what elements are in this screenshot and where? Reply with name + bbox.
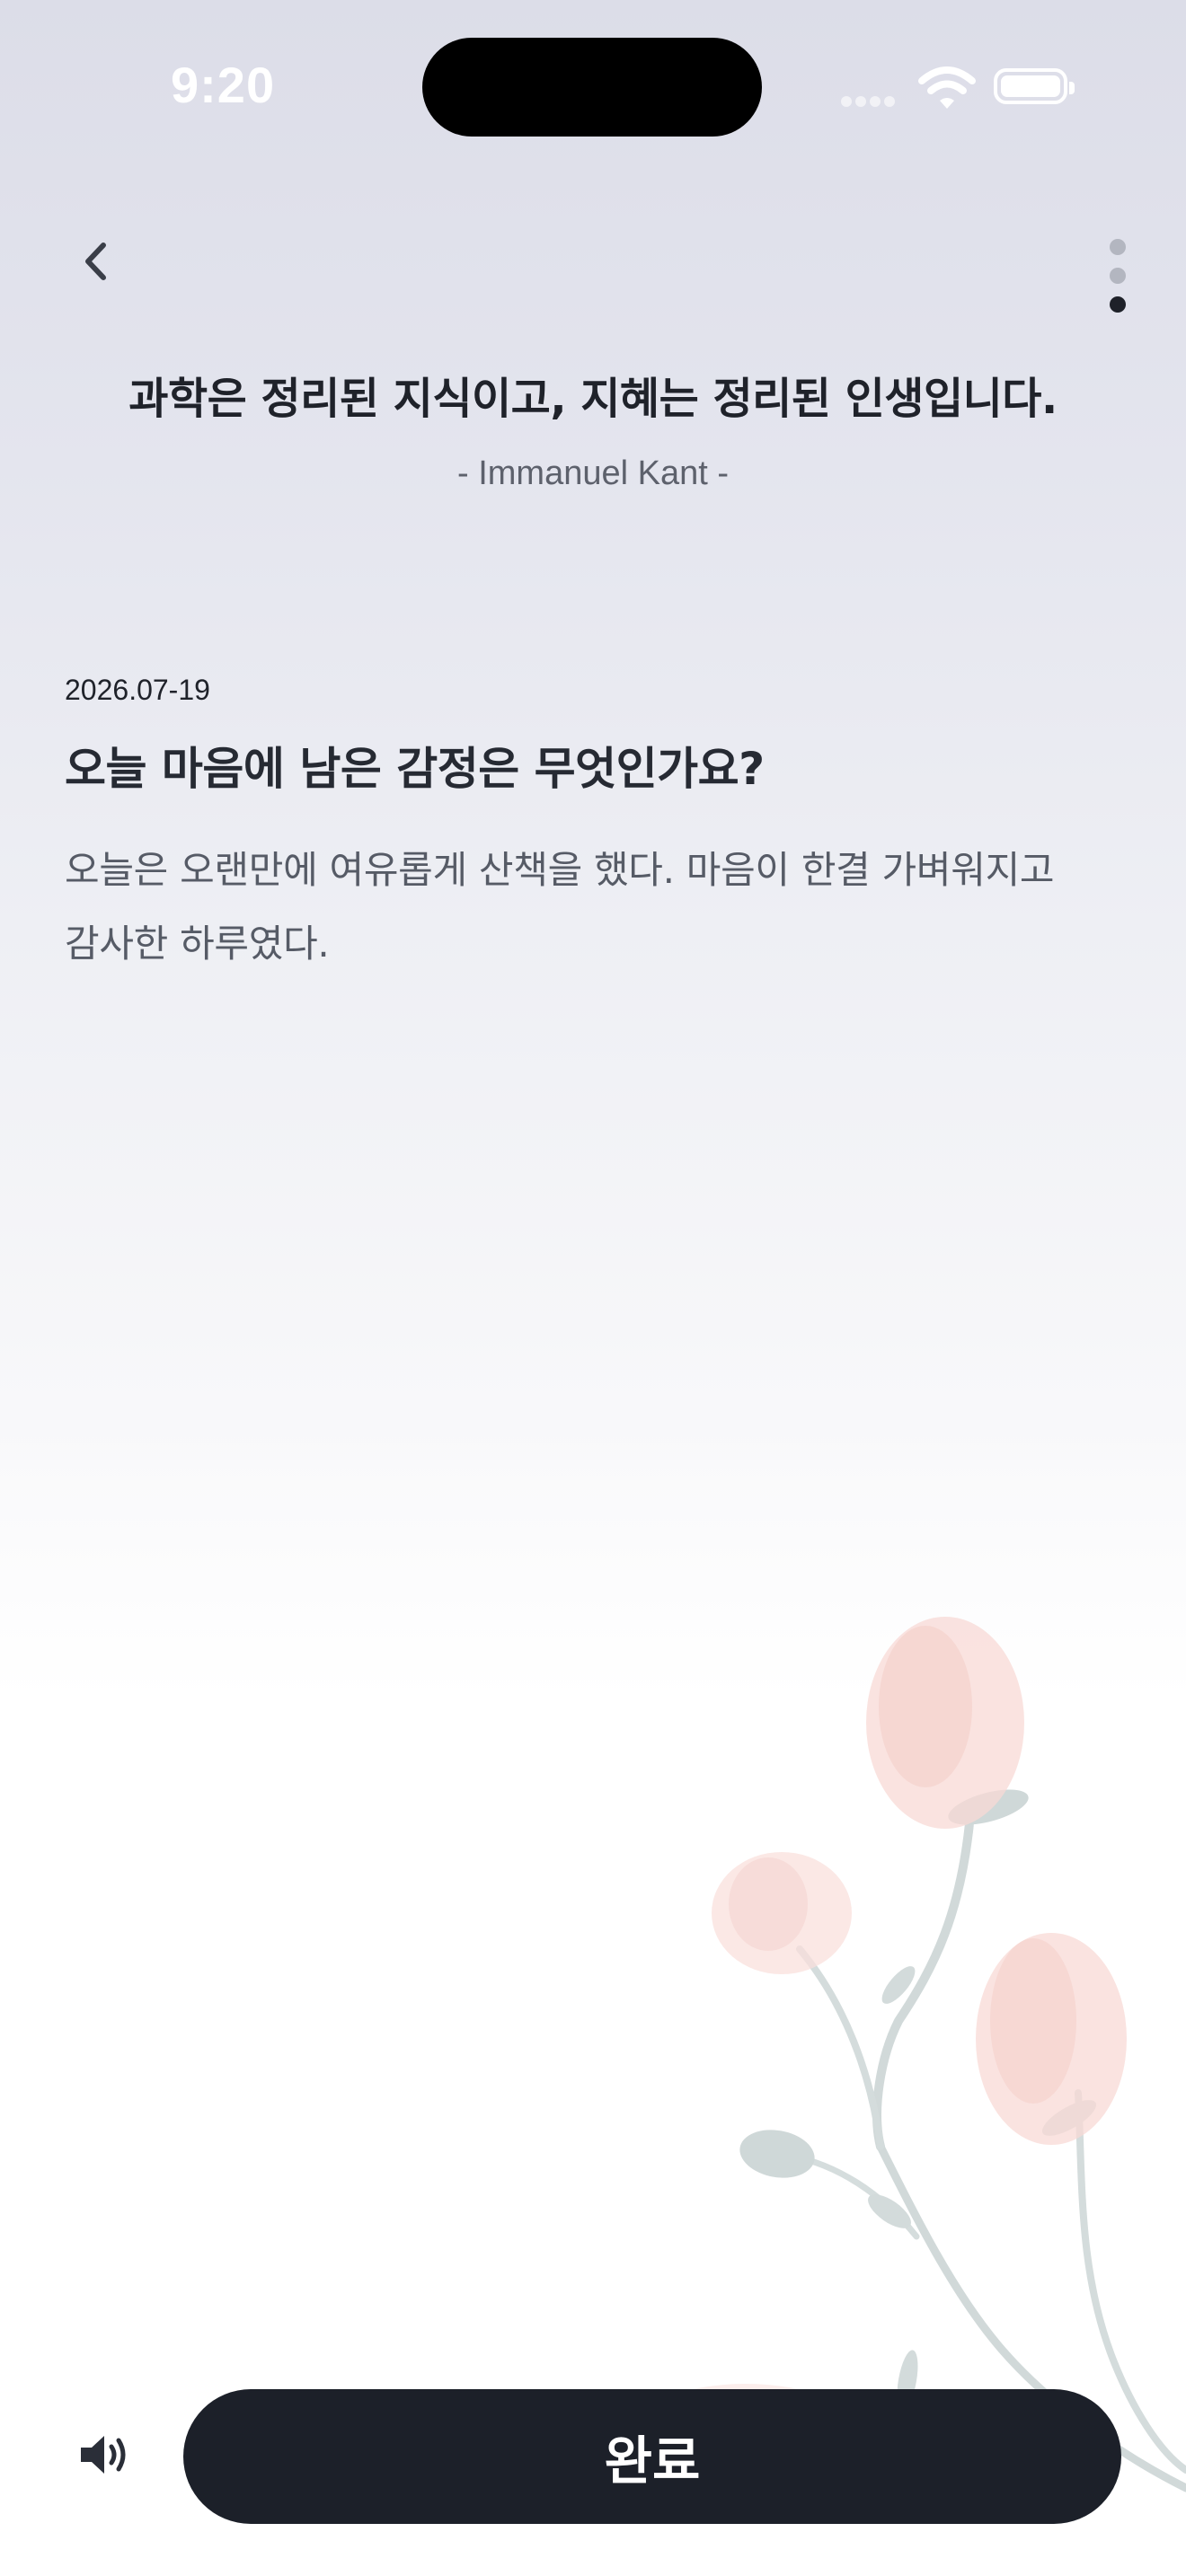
speaker-button[interactable] [72, 2425, 137, 2484]
entry-date: 2026.07-19 [65, 674, 210, 706]
wifi-icon [918, 66, 976, 109]
status-time: 9:20 [171, 57, 276, 113]
entry-question: 오늘 마음에 남은 감정은 무엇인가요? [65, 743, 765, 795]
page-dot [1110, 239, 1126, 255]
dynamic-island [422, 38, 762, 137]
watercolor-flowers-illustration [629, 1617, 1186, 2492]
entry-body: 오늘은 오랜만에 여유롭게 산책을 했다. 마음이 한결 가벼워지고 감사한 하… [65, 848, 1055, 966]
page-indicator[interactable] [1103, 235, 1132, 316]
chevron-left-icon [85, 243, 106, 280]
cellular-signal-icon [841, 93, 898, 110]
speaker-volume-icon [81, 2436, 126, 2474]
battery-icon [994, 68, 1075, 104]
quote-author: - Immanuel Kant - [457, 454, 729, 492]
page-dot-active [1110, 296, 1126, 313]
back-button[interactable] [68, 230, 122, 293]
page-dot [1110, 268, 1126, 284]
quote-text: 과학은 정리된 지식이고, 지혜는 정리된 인생입니다. [128, 374, 1058, 424]
done-button[interactable]: 완료 [183, 2389, 1121, 2524]
